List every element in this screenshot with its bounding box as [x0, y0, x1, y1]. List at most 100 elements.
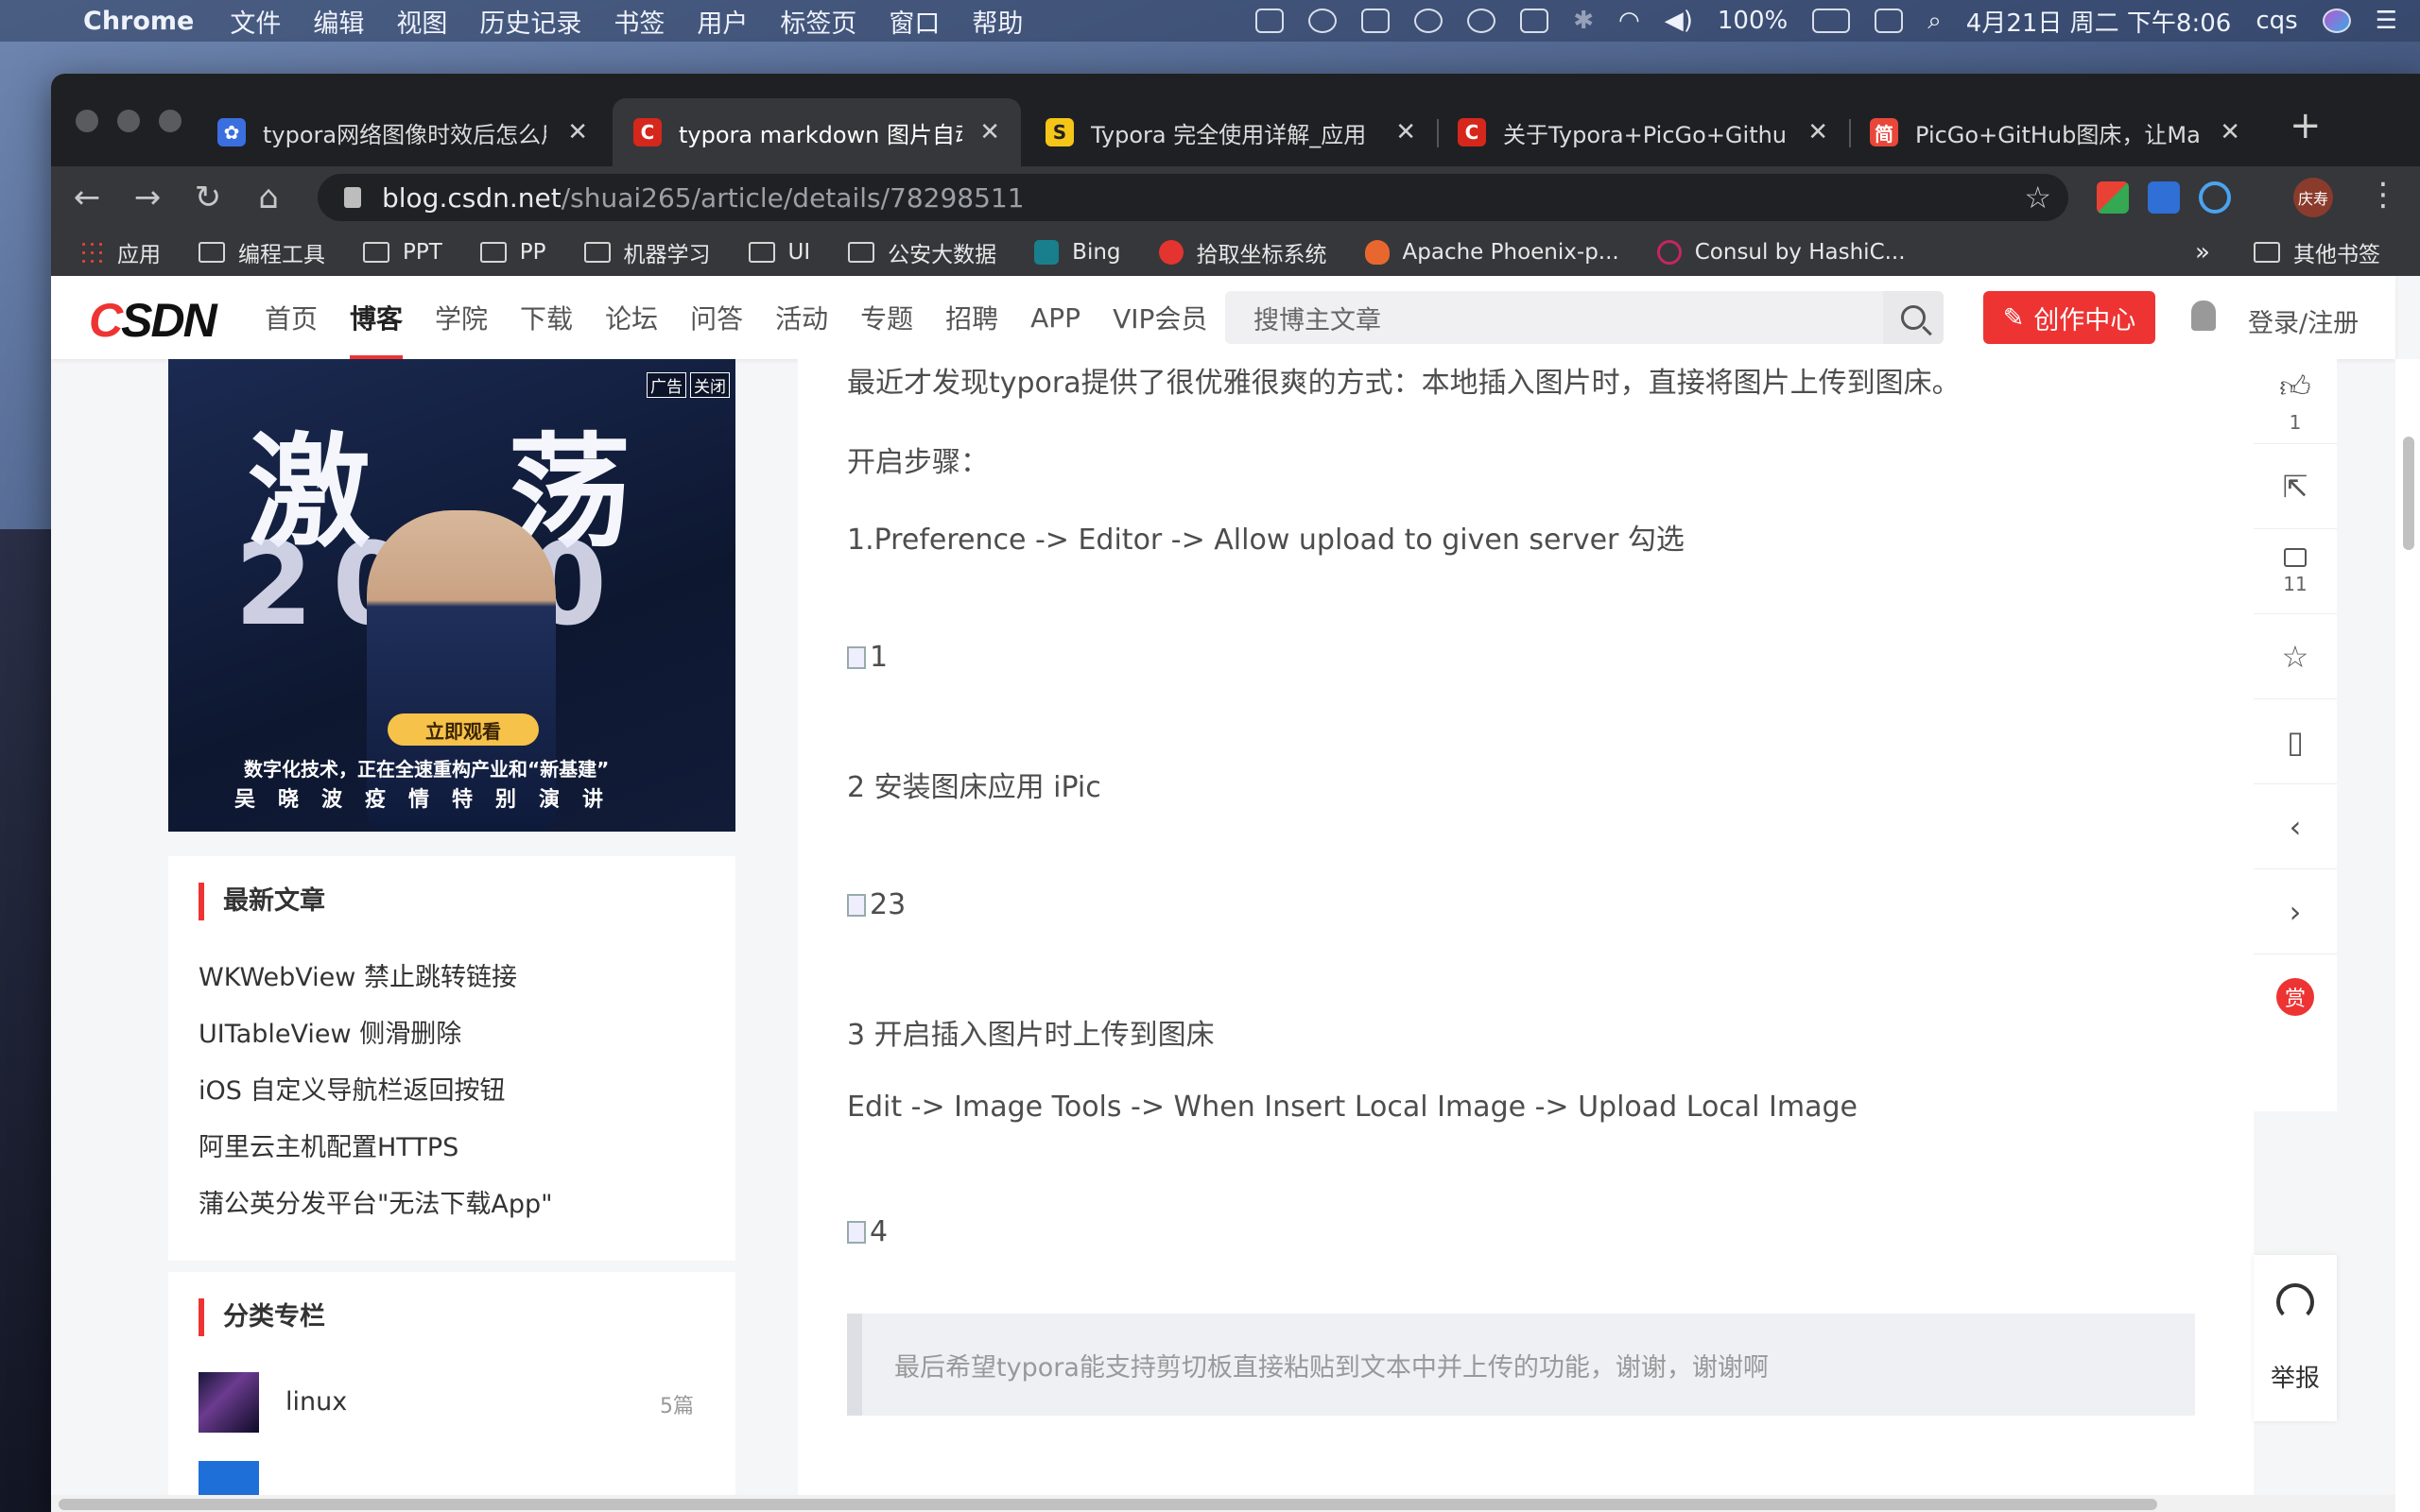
- menu-history[interactable]: 历史记录: [479, 3, 581, 40]
- latest-article-link[interactable]: WKWebView 禁止跳转链接: [199, 956, 517, 993]
- nav-academy[interactable]: 学院: [435, 276, 488, 359]
- bookmark-other[interactable]: 其他书签: [2254, 229, 2380, 276]
- nav-topics[interactable]: 专题: [860, 276, 913, 359]
- close-tab-icon[interactable]: ✕: [2220, 118, 2240, 146]
- login-register-link[interactable]: 登录/注册: [2248, 302, 2359, 339]
- bookmark-folder-bigdata[interactable]: 公安大数据: [848, 236, 996, 268]
- tab-4[interactable]: C 关于Typora+PicGo+Github ✕: [1437, 98, 1849, 166]
- previous-article-button[interactable]: ‹: [2254, 784, 2337, 869]
- customer-service-box[interactable]: 举报: [2254, 1255, 2337, 1421]
- extension-translate-icon[interactable]: [2148, 181, 2180, 214]
- share-button[interactable]: ⇱: [2254, 444, 2337, 529]
- bookmark-folder-ui[interactable]: UI: [748, 240, 810, 265]
- volume-icon[interactable]: ◀): [1665, 7, 1693, 35]
- zoom-window-button[interactable]: [159, 110, 182, 132]
- nav-forum[interactable]: 论坛: [605, 276, 658, 359]
- horizontal-scroll-thumb[interactable]: [59, 1499, 2157, 1510]
- creation-center-button[interactable]: ✎ 创作中心: [1983, 291, 2155, 344]
- bookmark-folder-pp[interactable]: PP: [479, 240, 546, 265]
- menu-bookmarks[interactable]: 书签: [614, 3, 665, 40]
- nav-jobs[interactable]: 招聘: [945, 276, 998, 359]
- profile-avatar[interactable]: 庆寿: [2293, 178, 2333, 217]
- menu-tab[interactable]: 标签页: [780, 3, 856, 40]
- ad-watch-button[interactable]: 立即观看: [388, 713, 539, 746]
- bookmark-folder-ppt[interactable]: PPT: [363, 240, 442, 265]
- close-tab-icon[interactable]: ✕: [979, 118, 1000, 146]
- back-icon[interactable]: ←: [57, 179, 117, 216]
- comment-button[interactable]: 11: [2254, 529, 2337, 614]
- bookmark-consul[interactable]: Consul by HashiC...: [1656, 240, 1906, 265]
- new-tab-button[interactable]: +: [2290, 104, 2322, 147]
- blog-search-input[interactable]: 搜博主文章: [1225, 291, 1944, 344]
- spotlight-icon[interactable]: ⌕: [1927, 7, 1942, 36]
- lock-icon[interactable]: [344, 187, 361, 208]
- airplay-icon[interactable]: [1520, 9, 1549, 33]
- extension-download-icon[interactable]: [2097, 181, 2129, 214]
- ad-close-button[interactable]: 关闭: [690, 372, 730, 398]
- bookmark-bing[interactable]: Bing: [1034, 240, 1121, 265]
- vertical-scrollbar[interactable]: [2395, 359, 2420, 1512]
- latest-article-link[interactable]: iOS 自定义导航栏返回按钮: [199, 1070, 505, 1107]
- chrome-menu-icon[interactable]: ⋮: [2367, 176, 2399, 214]
- report-button[interactable]: 举报: [2254, 1359, 2337, 1394]
- wechat-status-icon[interactable]: [1308, 9, 1338, 33]
- like-button[interactable]: 👍︎ 1: [2254, 359, 2337, 444]
- category-name[interactable]: linux: [285, 1387, 347, 1417]
- close-tab-icon[interactable]: ✕: [1395, 118, 1416, 146]
- reload-icon[interactable]: ↻: [178, 179, 238, 216]
- menu-view[interactable]: 视图: [396, 3, 447, 40]
- bookmark-coordinate[interactable]: 拾取坐标系统: [1158, 236, 1327, 268]
- notification-center-icon[interactable]: ☰: [2376, 7, 2397, 35]
- nav-home[interactable]: 首页: [265, 276, 318, 359]
- latest-article-link[interactable]: 蒲公英分发平台"无法下载App": [199, 1183, 553, 1220]
- vertical-scroll-thumb[interactable]: [2403, 437, 2414, 550]
- siri-icon[interactable]: [2322, 9, 2351, 33]
- clock[interactable]: 4月21日 周二 下午8:06: [1966, 4, 2232, 39]
- battery-percent[interactable]: 100%: [1718, 7, 1788, 35]
- menu-user[interactable]: 用户: [697, 3, 748, 40]
- bookmark-star-icon[interactable]: ☆: [2024, 180, 2051, 215]
- bluetooth-icon[interactable]: ✱: [1573, 7, 1594, 35]
- next-article-button[interactable]: ›: [2254, 869, 2337, 954]
- close-window-button[interactable]: [76, 110, 98, 132]
- bookmarks-overflow-icon[interactable]: »: [2195, 238, 2210, 266]
- nav-qa[interactable]: 问答: [690, 276, 743, 359]
- extension-c-icon[interactable]: [2199, 181, 2231, 214]
- close-tab-icon[interactable]: ✕: [567, 118, 588, 146]
- search-button[interactable]: [1883, 291, 1944, 344]
- nav-vip[interactable]: VIP会员: [1113, 276, 1207, 359]
- menu-edit[interactable]: 编辑: [313, 3, 364, 40]
- tool-status-icon[interactable]: [1255, 9, 1285, 33]
- latest-article-link[interactable]: UITableView 侧滑删除: [199, 1013, 461, 1050]
- menu-help[interactable]: 帮助: [972, 3, 1023, 40]
- tab-2-active[interactable]: C typora markdown 图片自动上传 ✕: [613, 98, 1021, 166]
- menu-app-name[interactable]: Chrome: [83, 7, 194, 36]
- home-icon[interactable]: ⌂: [238, 179, 299, 216]
- forward-icon[interactable]: →: [117, 179, 178, 216]
- wifi-icon[interactable]: ◠: [1618, 7, 1640, 35]
- latest-article-link[interactable]: 阿里云主机配置HTTPS: [199, 1126, 458, 1163]
- menu-window[interactable]: 窗口: [889, 3, 940, 40]
- bookmark-apps[interactable]: 应用: [79, 236, 161, 268]
- cloud-status-icon[interactable]: [1467, 9, 1496, 33]
- menu-file[interactable]: 文件: [230, 3, 281, 40]
- sync-status-icon[interactable]: [1414, 9, 1443, 33]
- bookmark-folder-tools[interactable]: 编程工具: [199, 236, 325, 268]
- notification-bell-icon[interactable]: [2191, 301, 2216, 331]
- input-method-icon[interactable]: [1875, 9, 1904, 33]
- window-status-icon[interactable]: [1361, 9, 1391, 33]
- bookmark-phoenix[interactable]: Apache Phoenix-p...: [1364, 240, 1619, 265]
- user-name[interactable]: cqs: [2256, 7, 2297, 35]
- address-bar[interactable]: blog.csdn.net /shuai265/article/details/…: [318, 174, 2068, 221]
- favorite-button[interactable]: ☆: [2254, 614, 2337, 699]
- minimize-window-button[interactable]: [117, 110, 140, 132]
- tab-5[interactable]: 简 PicGo+GitHub图床，让Mar ✕: [1849, 98, 2261, 166]
- reward-button[interactable]: 赏: [2254, 954, 2337, 1040]
- tab-1[interactable]: ✿ typora网络图像时效后怎么用 ✕: [197, 98, 609, 166]
- nav-app[interactable]: APP: [1030, 276, 1080, 359]
- close-tab-icon[interactable]: ✕: [1807, 118, 1828, 146]
- nav-blog[interactable]: 博客: [350, 276, 404, 359]
- nav-download[interactable]: 下载: [520, 276, 573, 359]
- bookmark-folder-ml[interactable]: 机器学习: [583, 236, 711, 268]
- battery-icon[interactable]: [1812, 9, 1851, 33]
